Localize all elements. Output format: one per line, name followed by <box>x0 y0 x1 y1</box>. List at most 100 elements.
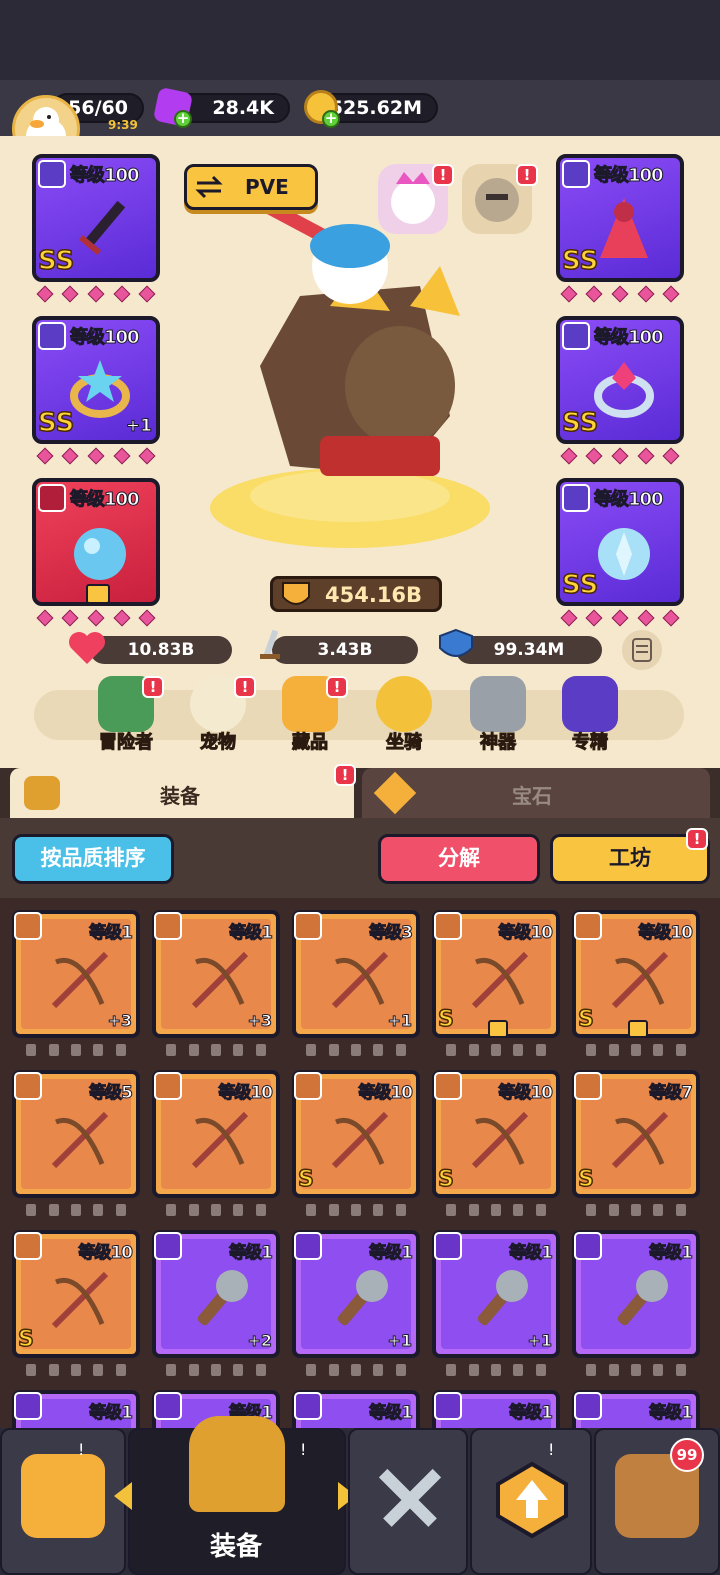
stats-detail-button[interactable] <box>622 630 662 670</box>
equip-slot-ring[interactable]: 等级100 SS +1 <box>32 316 160 444</box>
tab-equipment[interactable]: 装备 <box>10 768 354 818</box>
inventory-item[interactable]: 等级7 S <box>572 1070 700 1198</box>
menu-mastery[interactable]: 专精 <box>550 676 630 754</box>
add-gems-icon[interactable]: + <box>174 110 192 128</box>
item-grade: S <box>577 1006 594 1033</box>
inventory-item[interactable]: 等级3 +1 <box>292 910 420 1038</box>
ring-category-icon <box>562 322 590 350</box>
inventory-item[interactable]: 等级10 S <box>432 910 560 1038</box>
inventory-item[interactable]: 等级10 S <box>292 1070 420 1198</box>
inventory-item[interactable]: 等级1 <box>572 1230 700 1358</box>
chest-count-badge: 99 <box>670 1438 704 1472</box>
heart-icon <box>69 632 105 664</box>
nav-battle[interactable] <box>348 1428 468 1575</box>
inventory-item[interactable]: 等级10 <box>152 1070 280 1198</box>
adventurer-alert-badge: ! <box>142 676 164 698</box>
menu-artifact[interactable]: 神器 <box>458 676 538 754</box>
red-cloak-icon <box>600 198 648 258</box>
crossed-swords-icon <box>378 1468 442 1527</box>
item-category-icon <box>154 1072 182 1100</box>
shop-icon <box>21 1454 105 1538</box>
slot-grade: SS <box>561 245 599 277</box>
inventory-item[interactable]: 等级1 +3 <box>12 910 140 1038</box>
item-level: 等级10 <box>498 923 554 944</box>
gem-value: 28.4K <box>212 97 274 119</box>
necklace-category-icon <box>38 484 66 512</box>
shield-icon <box>439 628 473 657</box>
item-category-icon <box>434 1072 462 1100</box>
item-level: 等级1 <box>369 1243 414 1264</box>
item-category-icon <box>294 1072 322 1100</box>
crystal-ring-icon <box>594 362 654 418</box>
item-category-icon <box>574 1232 602 1260</box>
add-gold-icon[interactable]: + <box>322 110 340 128</box>
pve-mode-button[interactable]: PVE <box>184 164 318 210</box>
inventory-item[interactable]: 等级1 +1 <box>292 1230 420 1358</box>
slot-level: 等级100 <box>594 489 665 511</box>
necklace-category-icon <box>562 484 590 512</box>
menu-mount[interactable]: 坐骑 <box>364 676 444 754</box>
nav-left-arrow-icon[interactable] <box>114 1482 132 1510</box>
item-level: 等级5 <box>89 1083 134 1104</box>
lock-icon <box>628 1020 648 1038</box>
inventory-item[interactable]: 等级10 S <box>12 1230 140 1358</box>
equip-slot-armor[interactable]: 等级100 SS <box>556 154 684 282</box>
item-category-icon <box>574 1392 602 1420</box>
workshop-alert-badge: ! <box>686 828 708 850</box>
item-level: 等级1 <box>229 923 274 944</box>
slot-grade: SS <box>561 407 599 439</box>
nav-shop[interactable] <box>0 1428 126 1575</box>
stamina-timer: 9:39 <box>108 118 138 132</box>
inventory-item[interactable]: 等级1 +3 <box>152 910 280 1038</box>
nav-upgrade[interactable] <box>470 1428 592 1575</box>
sort-by-quality-button[interactable]: 按品质排序 <box>12 834 174 884</box>
gem-socket-locks <box>292 1044 420 1058</box>
item-art-icon <box>471 951 529 1009</box>
item-category-icon <box>14 1232 42 1260</box>
gem-tab-icon <box>373 771 417 815</box>
slot-level: 等级100 <box>70 489 141 511</box>
decompose-button[interactable]: 分解 <box>378 834 540 884</box>
item-art-icon <box>191 951 249 1009</box>
gem-socket-locks <box>152 1364 280 1378</box>
item-level: 等级1 <box>89 1403 134 1424</box>
armor-category-icon <box>562 160 590 188</box>
slot-grade: SS <box>561 569 599 601</box>
item-level: 等级1 <box>369 1403 414 1424</box>
hp-stat: 10.83B <box>90 636 232 664</box>
item-category-icon <box>154 912 182 940</box>
item-grade: S <box>577 1166 594 1193</box>
item-category-icon <box>294 912 322 940</box>
lock-icon <box>86 584 110 604</box>
inventory-item[interactable]: 等级10 S <box>572 910 700 1038</box>
equip-slot-ring-2[interactable]: 等级100 SS <box>556 316 684 444</box>
tab-gems[interactable]: 宝石 <box>362 768 710 818</box>
ring-category-icon <box>38 322 66 350</box>
inventory-item[interactable]: 等级1 +1 <box>432 1230 560 1358</box>
necklace-gem-sockets <box>32 609 160 627</box>
dark-sword-icon <box>78 200 126 256</box>
gem-socket-locks <box>432 1364 560 1378</box>
blue-orb-amulet-icon <box>74 528 126 580</box>
item-category-icon <box>434 1392 462 1420</box>
slot-grade: SS <box>37 407 75 439</box>
inventory-item[interactable]: 等级1 +2 <box>152 1230 280 1358</box>
sword-icon <box>260 629 280 659</box>
equip-slot-necklace[interactable]: 等级100 <box>32 478 160 606</box>
inventory-item[interactable]: 等级5 <box>12 1070 140 1198</box>
gem-socket-locks <box>292 1364 420 1378</box>
inventory-item[interactable]: 等级10 S <box>432 1070 560 1198</box>
item-enhance: +1 <box>387 1331 413 1351</box>
item-level: 等级7 <box>649 1083 694 1104</box>
item-enhance: +1 <box>387 1011 413 1031</box>
equip-slot-weapon[interactable]: 等级100 SS <box>32 154 160 282</box>
knight-alert-badge: ! <box>516 164 538 186</box>
item-enhance: +2 <box>247 1331 273 1351</box>
item-art-icon <box>331 951 389 1009</box>
item-category-icon <box>294 1392 322 1420</box>
equip-slot-necklace-2[interactable]: 等级100 SS <box>556 478 684 606</box>
gem-socket-locks <box>12 1044 140 1058</box>
horseshoe-icon <box>376 676 432 732</box>
gem-socket-locks <box>12 1204 140 1218</box>
defense-stat: 99.34M <box>456 636 602 664</box>
